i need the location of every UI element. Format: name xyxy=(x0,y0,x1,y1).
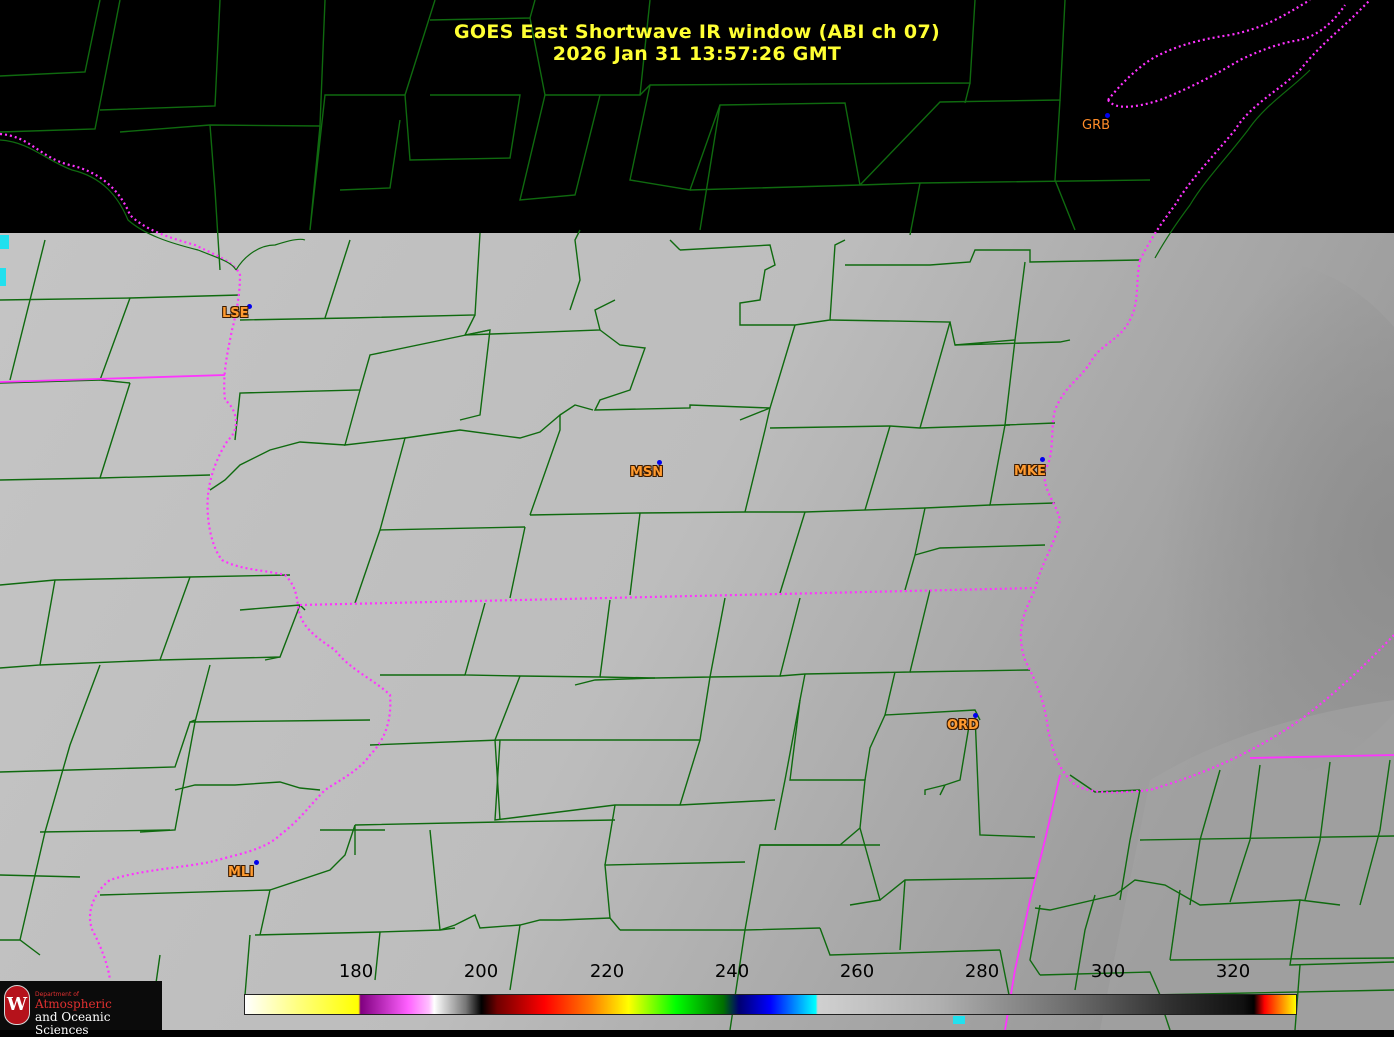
colorbar-tick: 220 xyxy=(589,961,625,982)
station-dot-mke xyxy=(1040,457,1045,462)
station-dot-mli xyxy=(254,860,259,865)
station-label-lse: LSE xyxy=(222,306,249,321)
map-title: GOES East Shortwave IR window (ABI ch 07… xyxy=(454,21,940,43)
colorbar-tick: 280 xyxy=(964,961,1000,982)
station-label-mke: MKE xyxy=(1014,464,1046,479)
uw-crest-icon: W xyxy=(4,985,30,1025)
station-label-ord: ORD xyxy=(947,718,979,733)
colorbar-tick: 240 xyxy=(714,961,750,982)
station-label-mli: MLI xyxy=(228,865,255,880)
satellite-map xyxy=(0,0,1394,1030)
map-timestamp: 2026 Jan 31 13:57:26 GMT xyxy=(552,43,842,65)
logo-line2: and Oceanic Sciences xyxy=(35,1010,111,1037)
colorbar-tick: 300 xyxy=(1090,961,1126,982)
temperature-colorbar xyxy=(244,994,1297,1015)
aos-logo: W Department of Atmospheric and Oceanic … xyxy=(0,981,162,1037)
colorbar-tick: 320 xyxy=(1215,961,1251,982)
station-label-msn: MSN xyxy=(630,465,664,480)
colorbar-tick: 180 xyxy=(338,961,374,982)
colorbar-tick: 200 xyxy=(463,961,499,982)
colorbar-tick: 260 xyxy=(839,961,875,982)
station-label-grb: GRB xyxy=(1082,118,1111,133)
